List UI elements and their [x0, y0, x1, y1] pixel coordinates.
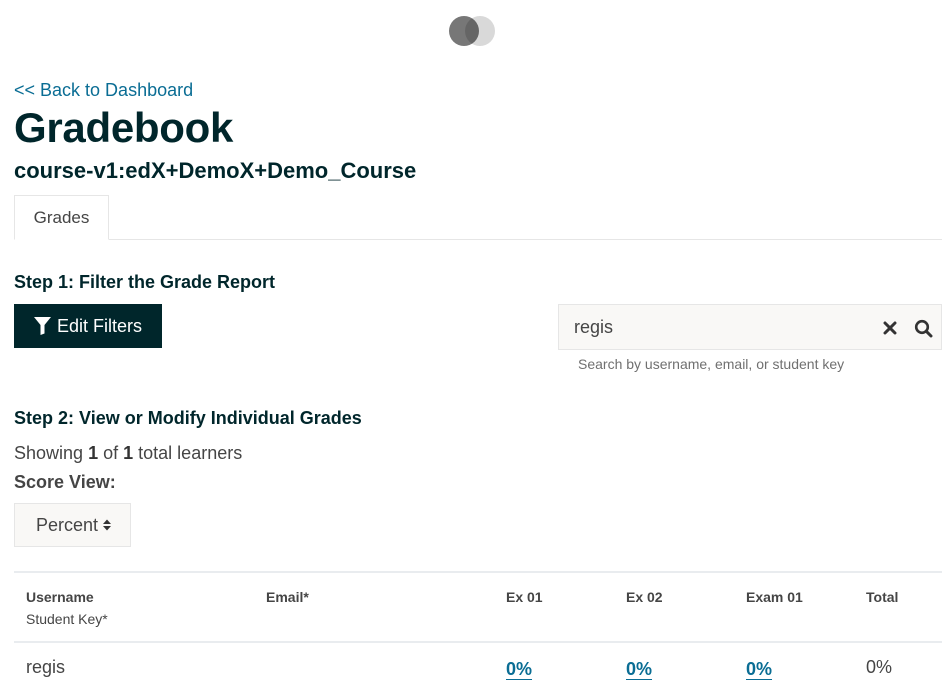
column-header-username[interactable]: Username Student Key* [26, 589, 108, 627]
search-icon[interactable] [911, 316, 935, 340]
search-field [558, 304, 942, 350]
spinner-dot-dark [449, 16, 479, 46]
close-icon[interactable] [879, 317, 901, 339]
learner-count-text: Showing 1 of 1 total learners [14, 443, 242, 464]
showing-suffix: total learners [138, 443, 243, 463]
table-header: Username Student Key* Email* Ex 01 Ex 02… [14, 573, 942, 643]
page-title: Gradebook [14, 104, 234, 151]
cell-total: 0% [866, 657, 893, 677]
filter-icon [33, 317, 51, 335]
cell-username: regis [26, 657, 66, 677]
cell-ex02: 0% [626, 659, 652, 680]
loading-spinner-icon [449, 16, 495, 46]
column-sublabel: Student Key* [26, 611, 108, 627]
cell-exam01: 0% [746, 659, 772, 680]
edit-filters-label: Edit Filters [56, 315, 143, 336]
column-header-email[interactable]: Email* [266, 589, 309, 605]
grade-link-ex02[interactable]: 0% [626, 659, 652, 680]
grade-link-ex01[interactable]: 0% [506, 659, 532, 680]
shown-count: 1 [88, 443, 99, 463]
edit-filters-button[interactable]: Edit Filters [14, 304, 162, 348]
column-header-ex01[interactable]: Ex 01 [506, 589, 543, 605]
showing-prefix: Showing [14, 443, 84, 463]
column-header-exam01[interactable]: Exam 01 [746, 589, 803, 605]
total-count: 1 [123, 443, 134, 463]
column-label: Username [26, 589, 94, 605]
column-header-total[interactable]: Total [866, 589, 898, 605]
select-arrows-icon [103, 519, 112, 531]
cell-ex01: 0% [506, 659, 532, 680]
step2-heading: Step 2: View or Modify Individual Grades [14, 408, 362, 428]
score-view-label: Score View: [14, 472, 116, 492]
score-view-select[interactable]: Percent [14, 503, 131, 547]
step1-heading: Step 1: Filter the Grade Report [14, 272, 276, 292]
of-label: of [103, 443, 119, 463]
grade-link-exam01[interactable]: 0% [746, 659, 772, 680]
course-id: course-v1:edX+DemoX+Demo_Course [14, 158, 417, 183]
column-header-ex02[interactable]: Ex 02 [626, 589, 663, 605]
search-input[interactable] [559, 305, 877, 349]
tab-bar: Grades [14, 195, 942, 240]
score-view-value: Percent [36, 514, 99, 535]
grades-table: Username Student Key* Email* Ex 01 Ex 02… [14, 571, 942, 693]
back-to-dashboard-link[interactable]: << Back to Dashboard [14, 80, 193, 101]
tab-grades[interactable]: Grades [14, 195, 109, 240]
search-hint: Search by username, email, or student ke… [578, 356, 845, 372]
table-row: regis 0% 0% 0% 0% [14, 643, 942, 693]
